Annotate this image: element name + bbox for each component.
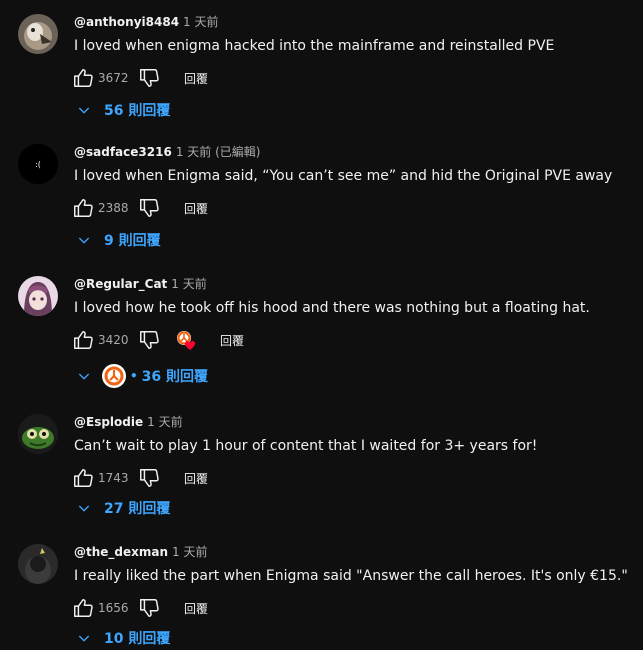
separator-dot: • bbox=[130, 369, 138, 383]
thumbs-up-icon bbox=[72, 467, 94, 489]
avatar[interactable] bbox=[18, 414, 58, 454]
chevron-down-icon bbox=[76, 500, 92, 516]
reply-button[interactable]: 回覆 bbox=[184, 70, 208, 87]
comment-actions: 3420 回覆 bbox=[72, 328, 472, 352]
comment-text: Can’t wait to play 1 hour of content tha… bbox=[74, 438, 538, 454]
like-button[interactable] bbox=[72, 196, 94, 220]
replies-count: 36 則回覆 bbox=[141, 369, 209, 385]
reply-button[interactable]: 回覆 bbox=[184, 200, 208, 217]
thumbs-up-icon bbox=[72, 67, 94, 89]
comment-header: @Regular_Cat 1 天前 bbox=[74, 276, 207, 292]
creator-heart-icon bbox=[174, 328, 198, 352]
creator-heart-badge bbox=[174, 328, 198, 352]
timestamp[interactable]: 1 天前 bbox=[183, 15, 218, 29]
timestamp[interactable]: 1 天前 bbox=[172, 545, 207, 559]
comment-text: I really liked the part when Enigma said… bbox=[74, 568, 628, 584]
chevron-down-icon bbox=[76, 232, 92, 248]
like-button[interactable] bbox=[72, 466, 94, 490]
author-handle[interactable]: @sadface3216 bbox=[74, 145, 172, 159]
comment-actions: 2388 回覆 bbox=[72, 196, 472, 220]
dislike-button[interactable] bbox=[138, 328, 160, 352]
view-replies-button[interactable]: • 36 則回覆 bbox=[76, 364, 208, 388]
view-replies-button[interactable]: 9 則回覆 bbox=[76, 228, 161, 252]
avatar[interactable] bbox=[18, 14, 58, 54]
avatar-text: :( bbox=[35, 160, 41, 169]
dislike-button[interactable] bbox=[138, 66, 160, 90]
comment-text: I loved when Enigma said, “You can’t see… bbox=[74, 168, 613, 184]
thumbs-down-icon bbox=[138, 197, 160, 219]
thumbs-down-icon bbox=[138, 329, 160, 351]
timestamp[interactable]: 1 天前 (已編輯) bbox=[176, 145, 261, 159]
comment-header: @anthonyi8484 1 天前 bbox=[74, 14, 219, 30]
like-button[interactable] bbox=[72, 596, 94, 620]
view-replies-button[interactable]: 27 則回覆 bbox=[76, 496, 170, 520]
comment-text: I loved how he took off his hood and the… bbox=[74, 300, 590, 316]
chevron-down-icon bbox=[76, 368, 92, 384]
comment-actions: 1656 回覆 bbox=[72, 596, 472, 620]
replies-count: 56 則回覆 bbox=[104, 103, 171, 119]
author-handle[interactable]: @Esplodie bbox=[74, 415, 143, 429]
thumbs-down-icon bbox=[138, 467, 160, 489]
comment-actions: 3672 回覆 bbox=[72, 66, 472, 90]
like-count: 1743 bbox=[98, 471, 129, 485]
author-handle[interactable]: @Regular_Cat bbox=[74, 277, 167, 291]
comment-text: I loved when enigma hacked into the main… bbox=[74, 38, 555, 54]
like-button[interactable] bbox=[72, 66, 94, 90]
avatar[interactable] bbox=[18, 276, 58, 316]
like-count: 1656 bbox=[98, 601, 129, 615]
reply-button[interactable]: 回覆 bbox=[220, 332, 244, 349]
author-handle[interactable]: @the_dexman bbox=[74, 545, 168, 559]
like-count: 2388 bbox=[98, 201, 129, 215]
timestamp[interactable]: 1 天前 bbox=[171, 277, 206, 291]
comment-actions: 1743 回覆 bbox=[72, 466, 472, 490]
avatar[interactable] bbox=[18, 544, 58, 584]
like-count: 3420 bbox=[98, 333, 129, 347]
chevron-down-icon bbox=[76, 630, 92, 646]
thumbs-up-icon bbox=[72, 329, 94, 351]
dislike-button[interactable] bbox=[138, 466, 160, 490]
like-count: 3672 bbox=[98, 71, 129, 85]
avatar[interactable]: :( bbox=[18, 144, 58, 184]
creator-avatar bbox=[102, 364, 126, 388]
dislike-button[interactable] bbox=[138, 596, 160, 620]
comment-header: @Esplodie 1 天前 bbox=[74, 414, 183, 430]
comment-header: @sadface3216 1 天前 (已編輯) bbox=[74, 144, 260, 160]
thumbs-down-icon bbox=[138, 67, 160, 89]
like-button[interactable] bbox=[72, 328, 94, 352]
replies-count: 27 則回覆 bbox=[104, 501, 171, 517]
thumbs-up-icon bbox=[72, 197, 94, 219]
thumbs-down-icon bbox=[138, 597, 160, 619]
view-replies-button[interactable]: 56 則回覆 bbox=[76, 98, 170, 122]
reply-button[interactable]: 回覆 bbox=[184, 470, 208, 487]
author-handle[interactable]: @anthonyi8484 bbox=[74, 15, 179, 29]
timestamp[interactable]: 1 天前 bbox=[147, 415, 182, 429]
replies-count: 10 則回覆 bbox=[104, 631, 171, 647]
reply-button[interactable]: 回覆 bbox=[184, 600, 208, 617]
thumbs-up-icon bbox=[72, 597, 94, 619]
view-replies-button[interactable]: 10 則回覆 bbox=[76, 626, 170, 650]
comment-header: @the_dexman 1 天前 bbox=[74, 544, 207, 560]
dislike-button[interactable] bbox=[138, 196, 160, 220]
chevron-down-icon bbox=[76, 102, 92, 118]
replies-count: 9 則回覆 bbox=[104, 233, 161, 249]
